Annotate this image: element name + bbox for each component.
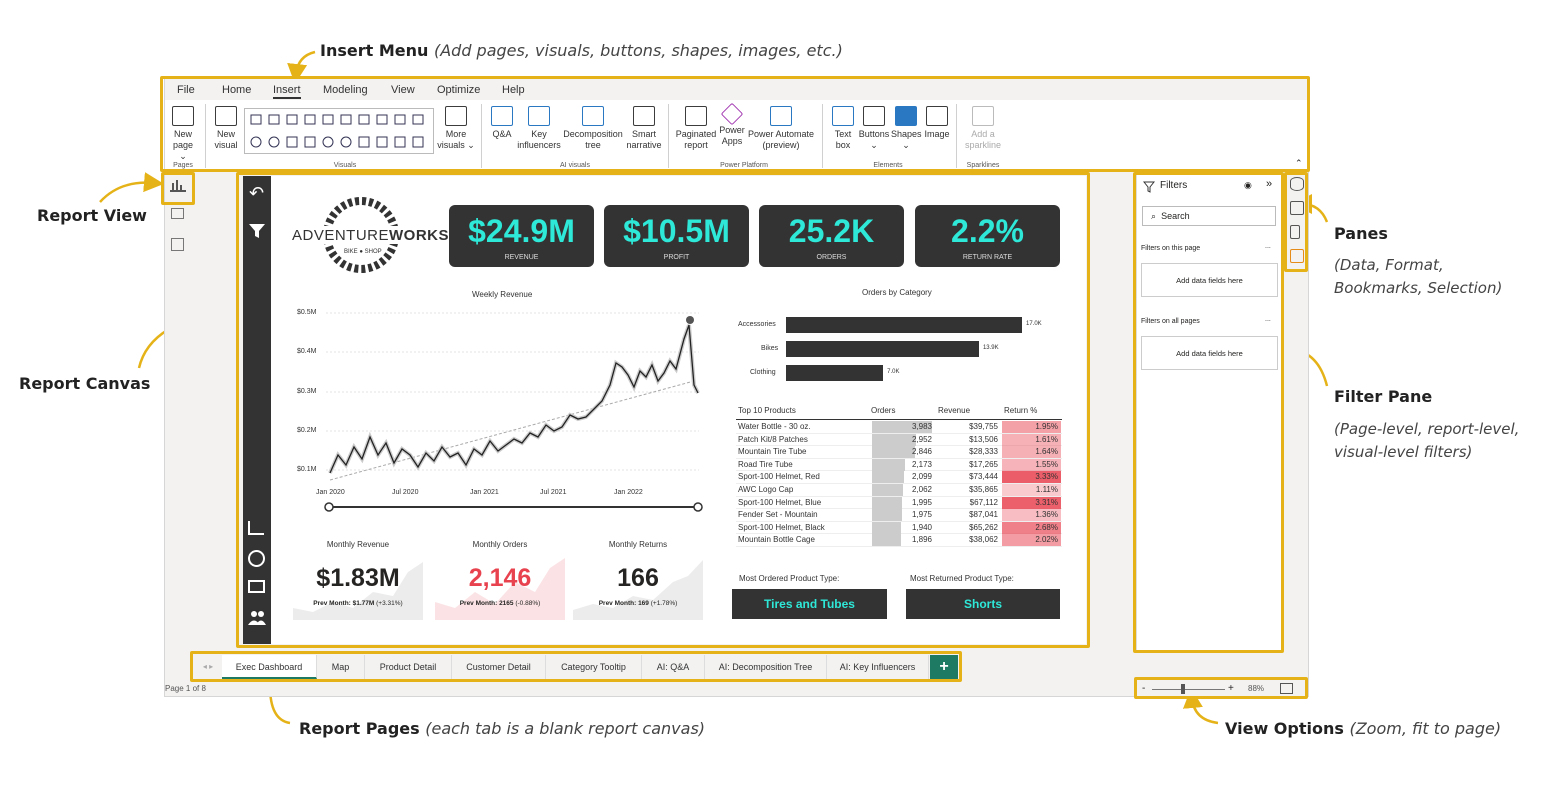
highlight-panes xyxy=(1284,172,1308,272)
table-view-icon[interactable] xyxy=(171,208,184,219)
highlight-filter-pane xyxy=(1133,172,1284,653)
highlight-report-view xyxy=(161,172,195,205)
page-count: Page 1 of 8 xyxy=(165,684,206,693)
highlight-report-canvas xyxy=(236,172,1090,648)
model-view-icon[interactable] xyxy=(171,238,184,251)
highlight-report-pages xyxy=(190,651,962,682)
highlight-view-options xyxy=(1134,677,1308,699)
highlight-insert-menu xyxy=(160,76,1310,172)
